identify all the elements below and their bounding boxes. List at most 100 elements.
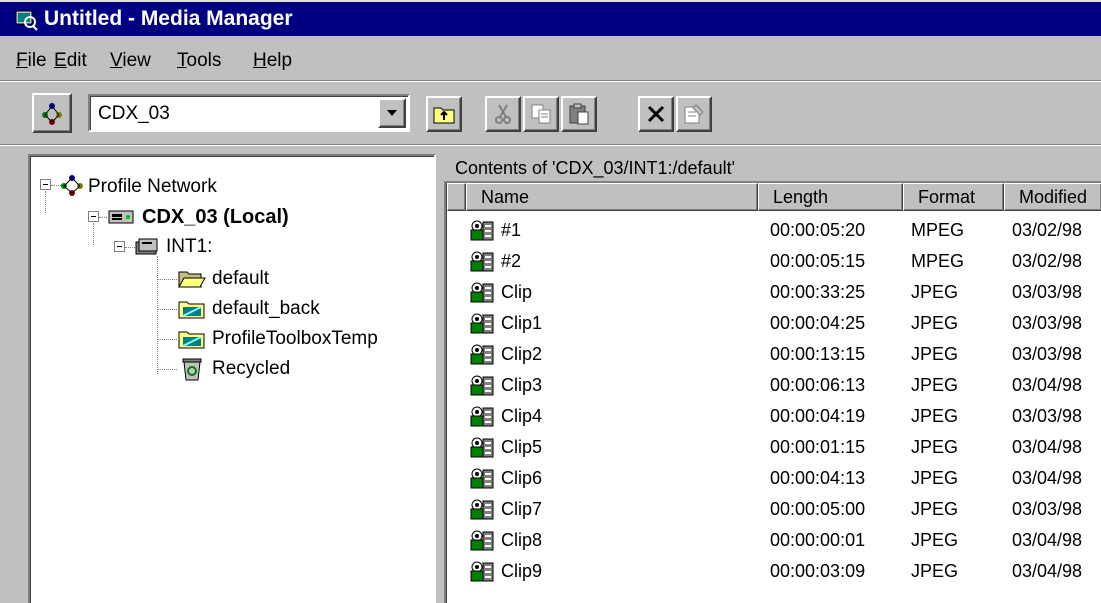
table-row[interactable]: Clip9 00:00:03:09 JPEG 03/04/98 [447,556,1101,587]
table-row[interactable]: Clip1 00:00:04:25 JPEG 03/03/98 [447,308,1101,339]
menu-view[interactable]: View [110,50,151,72]
cell-modified: 03/03/98 [1012,499,1083,519]
up-folder-icon [433,107,455,124]
cell-modified: 03/03/98 [1012,282,1083,302]
tree-item-volume[interactable]: INT1: [166,236,212,258]
cell-name: Clip7 [501,499,543,519]
cell-modified: 03/04/98 [1012,375,1083,395]
tree-item-recycled[interactable]: Recycled [212,358,290,380]
menu-file[interactable]: File [16,50,47,72]
table-row[interactable]: #2 00:00:05:15 MPEG 03/02/98 [447,246,1101,277]
cut-button[interactable] [485,96,521,132]
window-title: Untitled - Media Manager [44,7,293,30]
network-button[interactable] [32,93,72,133]
cell-length: 00:00:06:13 [770,375,866,395]
expander-machine[interactable] [88,211,99,222]
cell-length: 00:00:04:13 [770,468,866,488]
expander-profile-network[interactable] [40,179,51,190]
media-clip-icon [469,373,495,403]
cell-length: 00:00:13:15 [770,344,866,364]
up-folder-button[interactable] [426,96,462,132]
cell-format: JPEG [911,468,959,488]
media-clip-icon [469,280,495,310]
location-combobox[interactable]: CDX_03 [88,94,410,132]
column-header-format[interactable]: Format [903,183,1004,211]
copy-icon [531,104,551,124]
column-header-modified[interactable]: Modified [1004,183,1101,211]
cell-length: 00:00:04:19 [770,406,866,426]
media-clip-icon [469,528,495,558]
open-folder-icon [178,271,206,288]
cell-format: JPEG [911,313,959,333]
copy-button[interactable] [523,96,559,132]
cell-format: JPEG [911,499,959,519]
network-icon [42,103,62,125]
column-header-name[interactable]: Name [466,183,758,211]
cell-modified: 03/03/98 [1012,313,1083,333]
media-clip-icon [469,435,495,465]
table-row[interactable]: #1 00:00:05:20 MPEG 03/02/98 [447,215,1101,246]
table-row[interactable]: Clip 00:00:33:25 JPEG 03/03/98 [447,277,1101,308]
delete-button[interactable] [638,96,674,132]
media-clip-icon [469,218,495,248]
menu-help[interactable]: Help [253,50,292,72]
cell-modified: 03/04/98 [1012,530,1083,550]
table-row[interactable]: Clip4 00:00:04:19 JPEG 03/03/98 [447,401,1101,432]
cell-name: Clip6 [501,468,543,488]
tree-item-default[interactable]: default [212,268,269,290]
toolbar-separator [0,144,1101,146]
expander-volume[interactable] [114,241,125,252]
cell-name: Clip4 [501,406,543,426]
tree-connector [45,191,46,213]
media-clip-icon [469,466,495,496]
cell-format: MPEG [911,251,965,271]
tree-connector [157,256,158,374]
table-row[interactable]: Clip3 00:00:06:13 JPEG 03/04/98 [447,370,1101,401]
properties-button[interactable] [676,96,712,132]
cell-length: 00:00:03:09 [770,561,866,581]
media-clip-icon [469,311,495,341]
folder-icon [178,331,205,349]
cell-format: JPEG [911,561,959,581]
folder-tree-pane[interactable]: Profile Network CDX_03 (Local) INT1: def… [28,154,436,603]
cell-modified: 03/02/98 [1012,251,1083,271]
cell-modified: 03/03/98 [1012,344,1083,364]
menu-tools[interactable]: Tools [177,50,221,72]
paste-button[interactable] [561,96,597,132]
tree-connector [93,223,94,245]
table-row[interactable]: Clip7 00:00:05:00 JPEG 03/03/98 [447,494,1101,525]
tree-item-machine[interactable]: CDX_03 (Local) [142,206,289,229]
network-icon [61,175,83,196]
cell-modified: 03/04/98 [1012,561,1083,581]
cell-format: MPEG [911,220,965,240]
cell-length: 00:00:05:15 [770,251,866,271]
media-clip-icon [469,497,495,527]
delete-icon [647,105,665,123]
cell-name: #1 [501,220,522,240]
cell-name: Clip2 [501,344,543,364]
tree-connector [157,339,177,340]
cell-length: 00:00:00:01 [770,530,866,550]
table-row[interactable]: Clip8 00:00:00:01 JPEG 03/04/98 [447,525,1101,556]
column-header-spacer [447,183,466,211]
cell-length: 00:00:05:00 [770,499,866,519]
table-row[interactable]: Clip6 00:00:04:13 JPEG 03/04/98 [447,463,1101,494]
cell-format: JPEG [911,344,959,364]
table-row[interactable]: Clip2 00:00:13:15 JPEG 03/03/98 [447,339,1101,370]
media-clip-icon [469,404,495,434]
tree-connector [99,217,107,218]
tree-connector [157,309,177,310]
cell-length: 00:00:33:25 [770,282,866,302]
media-clip-icon [469,342,495,372]
tree-item-profiletoolboxtemp[interactable]: ProfileToolboxTemp [212,328,378,350]
tree-item-profile-network[interactable]: Profile Network [88,176,217,198]
combo-dropdown-button[interactable] [378,98,406,128]
title-bar[interactable]: Untitled - Media Manager [0,0,1101,36]
table-row[interactable]: Clip5 00:00:01:15 JPEG 03/04/98 [447,432,1101,463]
media-manager-icon [15,10,38,31]
column-header-length[interactable]: Length [758,183,903,211]
location-value: CDX_03 [98,103,170,124]
tree-item-default-back[interactable]: default_back [212,298,320,320]
menu-edit[interactable]: Edit [54,50,87,72]
chevron-down-icon [387,110,397,116]
